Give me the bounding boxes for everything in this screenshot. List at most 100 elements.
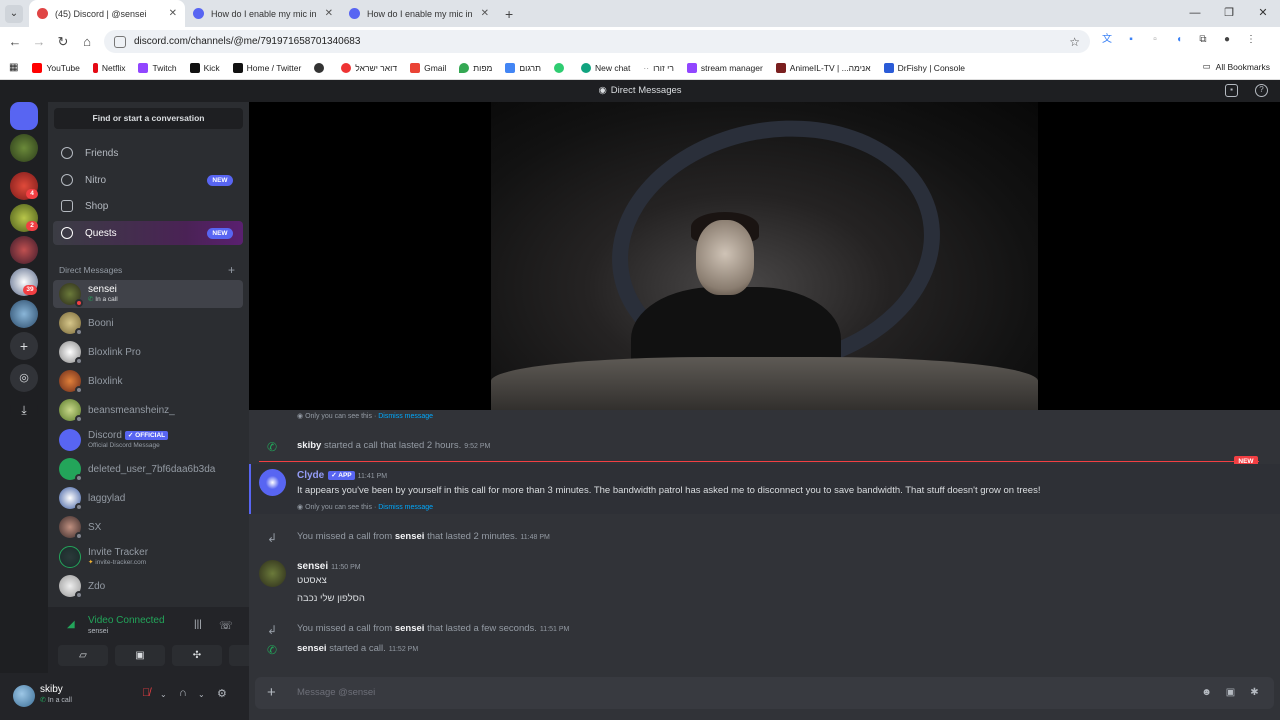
server-icon[interactable] (10, 134, 38, 162)
tab-close-icon[interactable]: ✕ (481, 8, 489, 19)
help-icon[interactable]: ? (1255, 84, 1268, 97)
chevron-down-icon[interactable]: ⌄ (160, 690, 167, 699)
bookmark-green[interactable] (553, 62, 568, 73)
disconnect-icon[interactable]: ☏ (219, 619, 233, 632)
server-icon[interactable] (10, 236, 38, 264)
bookmark-new-chat[interactable]: New chat (580, 62, 630, 73)
bookmark-zoro[interactable]: ·· רי זורו (643, 63, 674, 73)
apps-grid-icon[interactable]: ▦ (9, 62, 18, 73)
tab-search-icon[interactable]: ⌄ (5, 4, 23, 23)
tab-discord[interactable]: (45) Discord | @sensei ✕ (29, 0, 185, 27)
activities-icon[interactable]: ✣ (172, 645, 222, 666)
sticker-icon[interactable]: ✱ (1248, 686, 1261, 699)
dm-item-bloxlink[interactable]: Bloxlink (53, 367, 243, 395)
home-icon[interactable]: ⌂ (75, 34, 99, 49)
bookmark-star-icon[interactable]: ☆ (1069, 35, 1080, 49)
forward-icon[interactable]: → (27, 34, 51, 49)
sensei-avatar[interactable] (259, 560, 286, 587)
nav-shop[interactable]: Shop (53, 194, 243, 218)
bookmark-gmail[interactable]: Gmail (410, 62, 446, 73)
bookmark-youtube[interactable]: YouTube (32, 62, 80, 73)
tab-mic-help-2[interactable]: How do I enable my mic in Chr ✕ (341, 0, 497, 27)
extension-icon[interactable]: 文 (1100, 33, 1114, 47)
inbox-icon[interactable]: ▪ (1225, 84, 1238, 97)
dm-item-bloxlink-pro[interactable]: Bloxlink Pro (53, 338, 243, 366)
tab-close-icon[interactable]: ✕ (169, 8, 177, 19)
bookmark-twitch[interactable]: Twitch (138, 62, 177, 73)
call-user[interactable]: sensei (395, 531, 425, 542)
call-user[interactable]: skiby (297, 440, 321, 451)
camera-off-icon[interactable]: ▱ (58, 645, 108, 666)
extension-icon[interactable]: ▫ (1148, 33, 1162, 47)
mic-muted-icon[interactable]: 🎙̸ (142, 687, 150, 699)
dm-item-booni[interactable]: Booni (53, 309, 243, 337)
author-name[interactable]: Clyde (297, 470, 324, 481)
new-tab-button[interactable]: + (505, 6, 513, 22)
profile-avatar-icon[interactable]: ● (1220, 33, 1234, 47)
bookmark-twitter[interactable]: Home / Twitter (232, 62, 301, 73)
tab-mic-help-1[interactable]: How do I enable my mic in Chr ✕ (185, 0, 341, 27)
browser-menu-icon[interactable]: ⋮ (1244, 33, 1258, 47)
gif-icon[interactable]: ▣ (1224, 686, 1237, 699)
author-name[interactable]: sensei (297, 561, 328, 572)
video-feed[interactable] (491, 102, 1038, 410)
bookmark-translate[interactable]: תרגום (505, 62, 541, 73)
bookmark-maps[interactable]: מפות (459, 62, 492, 73)
reload-icon[interactable]: ↻ (51, 34, 75, 50)
gear-icon[interactable]: ⚙ (217, 687, 227, 700)
call-user[interactable]: sensei (297, 643, 327, 654)
server-icon[interactable] (10, 300, 38, 328)
extension-icon[interactable]: ◖ (1172, 33, 1186, 47)
site-info-icon[interactable] (114, 35, 126, 48)
dm-item-discord[interactable]: Discord ✓ OFFICIAL Official Discord Messag… (53, 426, 243, 454)
all-bookmarks-button[interactable]: ▭ All Bookmarks (1203, 61, 1270, 72)
clyde-avatar[interactable] (259, 469, 286, 496)
screen-share-icon[interactable]: ▣ (115, 645, 165, 666)
extensions-puzzle-icon[interactable]: ⧉ (1196, 33, 1210, 47)
headphones-icon[interactable]: ∩ (179, 687, 187, 699)
create-dm-icon[interactable]: + (228, 263, 235, 277)
noise-suppression-icon[interactable]: ||| (194, 619, 202, 630)
find-conversation-button[interactable]: Find or start a conversation (54, 108, 243, 129)
dm-item-invite-tracker[interactable]: Invite Tracker ✦ invite-tracker.com (53, 543, 243, 571)
avatar[interactable] (13, 685, 35, 707)
bookmark-netflix[interactable]: Netflix (92, 62, 125, 73)
dm-item-zdo[interactable]: Zdo (53, 572, 243, 600)
restore-icon[interactable]: ❐ (1212, 0, 1246, 27)
user-name[interactable]: skiby (40, 684, 63, 695)
gift-icon[interactable]: ☻ (1200, 686, 1213, 699)
extension-icon[interactable]: ▪ (1124, 33, 1138, 47)
minimize-icon[interactable]: — (1178, 0, 1212, 27)
close-window-icon[interactable]: ✕ (1246, 0, 1280, 27)
dm-item-laggylad[interactable]: laggylad (53, 484, 243, 512)
discord-home-icon[interactable] (10, 102, 38, 130)
call-user[interactable]: sensei (395, 623, 425, 634)
back-icon[interactable]: ← (3, 34, 27, 49)
bookmark-kick[interactable]: Kick (189, 62, 220, 73)
bookmark-animeil[interactable]: AnimeIL-TV | ...אנימה (775, 62, 871, 73)
video-call-panel[interactable] (249, 102, 1280, 410)
dm-item-beansmeansheinz[interactable]: beansmeansheinz_ (53, 396, 243, 424)
nav-nitro[interactable]: Nitro NEW (53, 168, 243, 192)
add-server-icon[interactable]: + (10, 332, 38, 360)
dm-item-sx[interactable]: SX (53, 513, 243, 541)
signal-icon[interactable]: ◢ (67, 619, 75, 630)
dm-item-sensei[interactable]: sensei ✆ In a call (53, 280, 243, 308)
dismiss-link[interactable]: Dismiss message (378, 504, 433, 511)
url-input[interactable]: discord.com/channels/@me/791971658701340… (104, 30, 1090, 53)
voice-status[interactable]: Video Connected (88, 615, 165, 626)
bookmark-generic[interactable] (314, 62, 328, 73)
dismiss-link[interactable]: Dismiss message (378, 413, 433, 420)
download-icon[interactable]: ⤓ (10, 396, 38, 424)
nav-friends[interactable]: Friends (53, 141, 243, 165)
bookmark-israel-post[interactable]: דואר ישראל (341, 62, 397, 73)
nav-quests[interactable]: Quests NEW (53, 221, 243, 245)
chevron-down-icon[interactable]: ⌄ (198, 690, 205, 699)
attach-plus-icon[interactable]: + (267, 684, 276, 701)
discover-icon[interactable]: ◎ (10, 364, 38, 392)
message-input[interactable]: Message @sensei (297, 687, 375, 698)
tab-close-icon[interactable]: ✕ (325, 8, 333, 19)
message-composer[interactable]: + Message @sensei ☻ ▣ ✱ (255, 677, 1274, 709)
bookmark-drfishy[interactable]: DrFishy | Console (883, 62, 965, 73)
voice-channel[interactable]: sensei (88, 628, 108, 635)
